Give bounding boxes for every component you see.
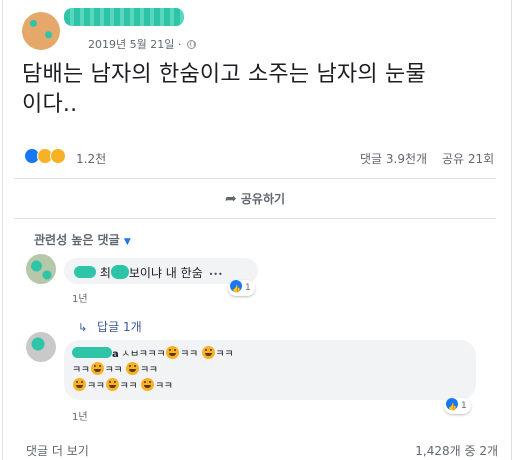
divider-top bbox=[14, 178, 496, 179]
share-button[interactable]: ➦ 공유하기 bbox=[0, 186, 510, 212]
more-options-icon[interactable]: ••• bbox=[209, 270, 223, 279]
comment2-line-1: a ㅅㅂㅋㅋㅋ ㅋㅋ ㅋㅋ bbox=[72, 346, 472, 362]
comment1-time[interactable]: 1년 bbox=[72, 290, 88, 305]
post-body: 담배는 남자의 한숨이고 소주는 남자의 눈물 이다.. bbox=[22, 60, 492, 120]
comment2-text: a ㅅㅂㅋㅋㅋ ㅋㅋ ㅋㅋ ㅋㅋ ㅋㅋ ㅋㅋ ㅋㅋ ㅋㅋ ㅋㅋ bbox=[72, 346, 472, 394]
like-reaction-icon bbox=[446, 398, 458, 415]
comment2-line-3: ㅋㅋ ㅋㅋ ㅋㅋ bbox=[72, 378, 472, 394]
comment2-time[interactable]: 1년 bbox=[72, 408, 88, 423]
comments-pagination: 1,428개 중 2개 bbox=[415, 444, 498, 458]
post-text-line-2: 이다.. bbox=[22, 92, 78, 117]
comment1-like-badge[interactable]: 1 bbox=[228, 280, 255, 297]
commenter2-avatar[interactable] bbox=[26, 332, 56, 362]
reaction-icons[interactable] bbox=[24, 148, 76, 166]
dropdown-caret-icon: ▼ bbox=[123, 237, 131, 247]
laugh-emoji-icon bbox=[141, 378, 154, 391]
laugh-emoji-icon bbox=[90, 362, 104, 375]
share-arrow-icon: ➦ bbox=[224, 191, 237, 207]
view-replies-link[interactable]: ↳ 답글 1개 bbox=[78, 318, 142, 335]
share-count[interactable]: 공유 21회 bbox=[442, 150, 494, 167]
more-comments-link[interactable]: 댓글 더 보기 bbox=[26, 442, 89, 459]
poster-name-redacted[interactable] bbox=[64, 8, 184, 26]
redaction-mark bbox=[110, 265, 129, 279]
reply-arrow-icon: ↳ bbox=[78, 321, 88, 334]
post-text-line-1: 담배는 남자의 한숨이고 소주는 남자의 눈물 bbox=[22, 62, 426, 87]
commenter1-avatar[interactable] bbox=[26, 254, 56, 284]
divider-bottom bbox=[14, 218, 496, 219]
poster-avatar[interactable] bbox=[22, 12, 60, 50]
laugh-emoji-icon bbox=[201, 346, 215, 359]
reaction-count[interactable]: 1.2천 bbox=[76, 150, 106, 167]
like-reaction-icon bbox=[230, 280, 242, 297]
commenter1-name-redacted[interactable] bbox=[74, 266, 96, 278]
post-timestamp[interactable]: 2019년 5월 21일 · bbox=[88, 36, 196, 52]
laugh-emoji-icon bbox=[166, 346, 180, 359]
comment2-line-2: ㅋㅋ ㅋㅋ ㅋㅋ bbox=[72, 362, 472, 378]
comment1-text: 최 보이냐 내 한숨 ••• bbox=[74, 264, 223, 281]
comment-count[interactable]: 댓글 3.9천개 bbox=[360, 150, 427, 167]
laugh-emoji-icon bbox=[105, 378, 119, 391]
comment2-like-badge[interactable]: 1 bbox=[444, 398, 471, 415]
laugh-emoji-icon bbox=[126, 362, 139, 375]
commenter2-name-redacted[interactable] bbox=[72, 347, 112, 358]
globe-icon bbox=[186, 40, 196, 49]
wow-reaction-icon bbox=[50, 148, 66, 164]
laugh-emoji-icon bbox=[73, 378, 86, 391]
comments-sort-dropdown[interactable]: 관련성 높은 댓글 ▼ bbox=[34, 231, 131, 248]
